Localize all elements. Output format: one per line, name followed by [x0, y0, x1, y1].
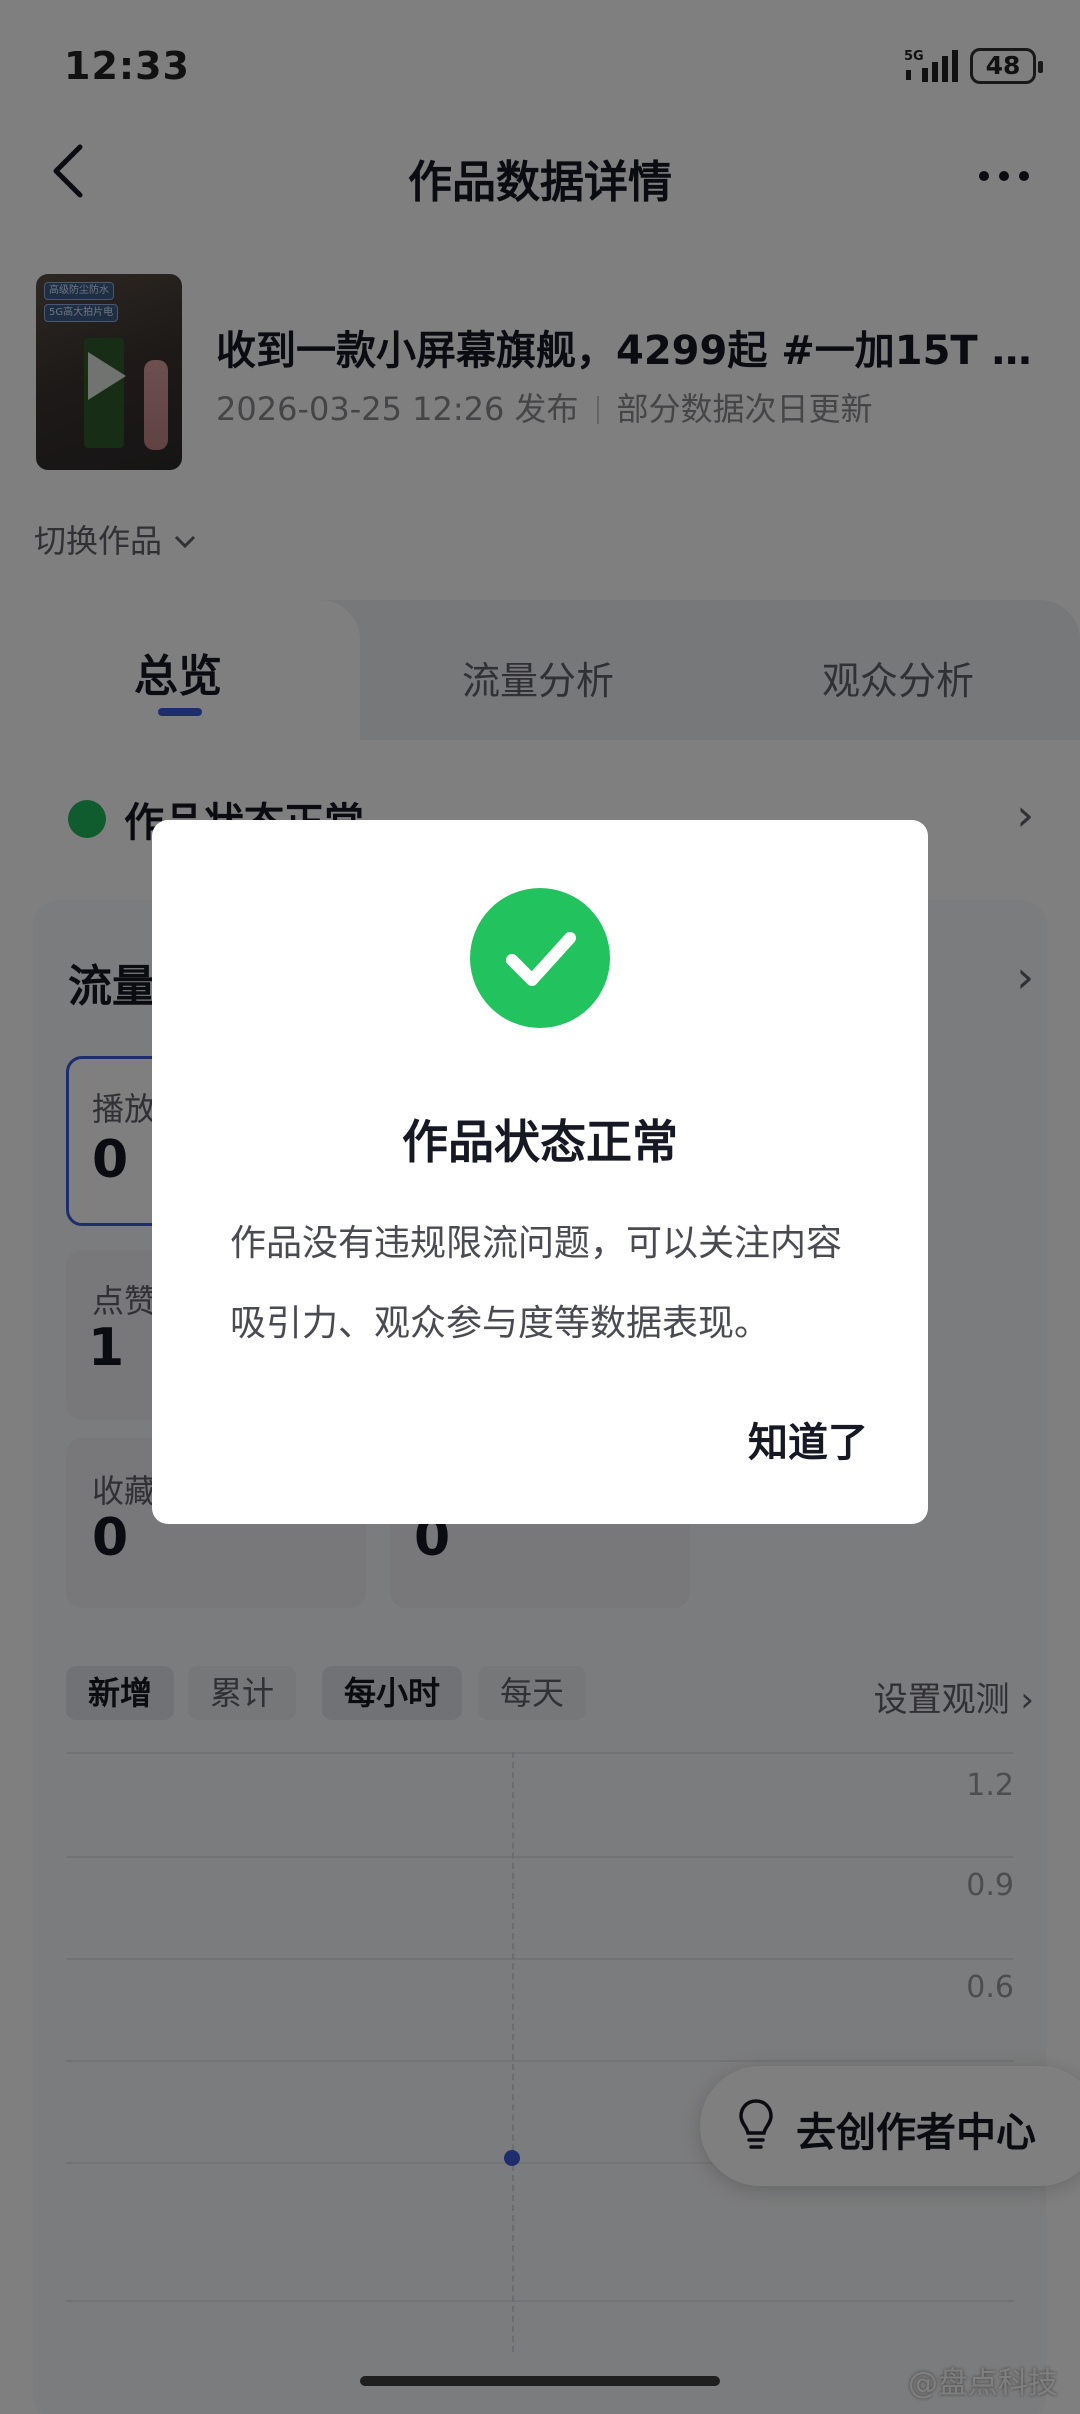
dialog-ok-button[interactable]: 知道了: [748, 1410, 868, 1468]
home-indicator[interactable]: [360, 2376, 720, 2386]
dialog-title: 作品状态正常: [402, 1115, 678, 1169]
dialog-body: 作品没有违规限流问题，可以关注内容吸引力、观众参与度等数据表现。: [230, 1223, 843, 1344]
success-check-icon: [470, 888, 610, 1028]
